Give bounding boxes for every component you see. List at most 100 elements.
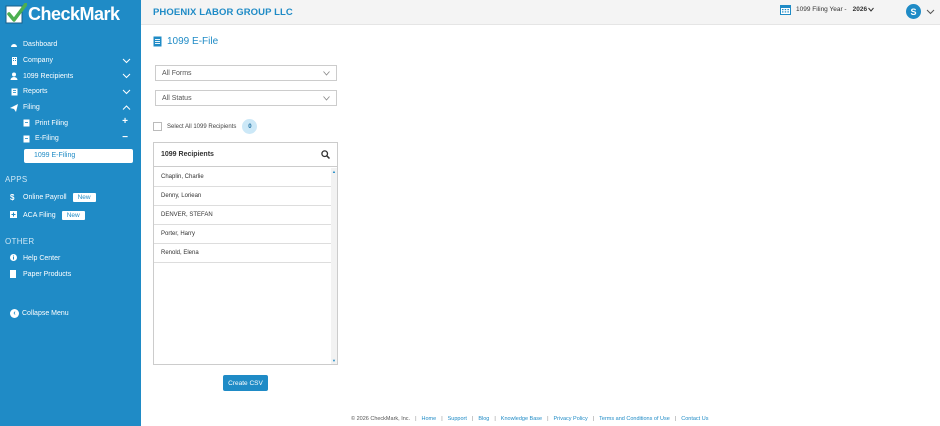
footer-link-home[interactable]: Home bbox=[422, 416, 437, 422]
list-item[interactable]: DENVER, STEFAN bbox=[154, 206, 332, 225]
sidebar-item-label: Online Payroll bbox=[23, 194, 67, 202]
top-header: PHOENIX LABOR GROUP LLC 1099 Filing Year… bbox=[141, 0, 940, 25]
apps-section-title: APPS bbox=[5, 174, 28, 184]
sidebar-item-label: Dashboard bbox=[23, 41, 58, 49]
calendar-icon bbox=[780, 5, 791, 15]
other-section-title: OTHER bbox=[5, 236, 35, 246]
brand-name: CheckMark bbox=[28, 3, 120, 24]
select-all-checkbox[interactable] bbox=[153, 122, 162, 131]
chevron-down-icon bbox=[122, 74, 131, 79]
sidebar-item-label: Help Center bbox=[23, 255, 61, 263]
forms-filter-select[interactable]: All Forms bbox=[155, 65, 337, 81]
report-icon bbox=[10, 88, 18, 96]
footer-separator: | bbox=[547, 416, 549, 422]
status-filter-value: All Status bbox=[162, 94, 192, 102]
recipients-list: Chaplin, Charlie Denny, Loriean DENVER, … bbox=[154, 168, 332, 263]
collapse-arrow-icon: ‹ bbox=[10, 308, 19, 318]
caret-down-icon bbox=[868, 7, 874, 12]
sidebar-item-company[interactable]: Company bbox=[0, 53, 141, 69]
filing-year-label: 1099 Filing Year - bbox=[796, 6, 847, 13]
plus-square-icon bbox=[10, 211, 18, 220]
sidebar-item-1099-recipients[interactable]: 1099 Recipients bbox=[0, 68, 141, 84]
chevron-down-icon bbox=[122, 58, 131, 63]
list-item[interactable]: Chaplin, Charlie bbox=[154, 168, 332, 187]
sidebar-item-filing[interactable]: Filing bbox=[0, 100, 141, 116]
sidebar-item-label: Paper Products bbox=[23, 271, 72, 279]
selected-count-badge: 0 bbox=[242, 119, 258, 134]
file-document-icon bbox=[153, 36, 162, 47]
person-icon bbox=[10, 72, 18, 81]
footer-link-support[interactable]: Support bbox=[448, 416, 467, 422]
filing-year-value: 2026 bbox=[852, 6, 868, 13]
sidebar-item-label: Reports bbox=[23, 88, 48, 96]
list-item[interactable]: Renold, Elena bbox=[154, 244, 332, 263]
sidebar-item-label: ACA Filing bbox=[23, 212, 56, 220]
copyright-text: © 2026 CheckMark, Inc. bbox=[351, 416, 411, 422]
chevron-down-icon bbox=[122, 89, 131, 95]
footer-separator: | bbox=[494, 416, 496, 422]
sidebar-item-reports[interactable]: Reports bbox=[0, 84, 141, 100]
sidebar-item-e-filing[interactable]: E-Filing − bbox=[0, 131, 141, 147]
status-filter-select[interactable]: All Status bbox=[155, 90, 337, 106]
select-all-label: Select All 1099 Recipients bbox=[167, 123, 237, 130]
collapse-minus-icon[interactable]: − bbox=[122, 132, 128, 143]
dollar-icon: $ bbox=[10, 193, 15, 203]
recipients-panel-title: 1099 Recipients bbox=[161, 151, 214, 158]
sidebar-item-dashboard[interactable]: Dashboard bbox=[0, 37, 141, 53]
footer-link-privacy-policy[interactable]: Privacy Policy bbox=[554, 416, 588, 422]
checkmark-logo-icon bbox=[5, 3, 27, 24]
filing-year-selector[interactable]: 1099 Filing Year - 2026 bbox=[780, 4, 874, 15]
collapse-menu-label: Collapse Menu bbox=[22, 309, 69, 317]
sidebar-nav: Dashboard Company 1099 Recipients Report… bbox=[0, 37, 141, 163]
sidebar-item-label: Filing bbox=[23, 104, 40, 112]
sidebar-item-print-filing[interactable]: Print Filing + bbox=[0, 115, 141, 131]
list-item[interactable]: Denny, Loriean bbox=[154, 187, 332, 206]
sidebar-item-label: 1099 Recipients bbox=[23, 72, 74, 80]
sidebar-item-1099-e-filing[interactable]: 1099 E-Filing bbox=[24, 148, 133, 163]
info-icon bbox=[10, 254, 18, 263]
document-icon bbox=[22, 135, 30, 143]
scroll-down-arrow-icon[interactable]: ▼ bbox=[332, 358, 336, 363]
logo[interactable]: CheckMark bbox=[0, 0, 141, 28]
sidebar-item-paper-products[interactable]: Paper Products bbox=[0, 267, 141, 283]
forms-filter-value: All Forms bbox=[162, 69, 192, 77]
page-title: 1099 E-File bbox=[153, 36, 218, 47]
sidebar-item-label: Print Filing bbox=[35, 119, 69, 127]
footer-link-knowledge-base[interactable]: Knowledge Base bbox=[501, 416, 542, 422]
user-avatar[interactable]: S bbox=[906, 4, 921, 19]
send-icon bbox=[10, 103, 18, 112]
sidebar-item-label: E-Filing bbox=[35, 135, 59, 143]
sidebar: CheckMark Dashboard Company 1099 Recipie… bbox=[0, 0, 141, 426]
footer-link-terms[interactable]: Terms and Conditions of Use bbox=[599, 416, 670, 422]
scroll-up-arrow-icon[interactable]: ▲ bbox=[332, 169, 336, 174]
sidebar-item-help-center[interactable]: Help Center bbox=[0, 251, 141, 267]
building-icon bbox=[10, 56, 18, 65]
dashboard-icon bbox=[10, 41, 18, 49]
create-csv-button[interactable]: Create CSV bbox=[223, 375, 268, 391]
footer-separator: | bbox=[441, 416, 443, 422]
recipients-panel-header: 1099 Recipients bbox=[154, 143, 337, 167]
footer-separator: | bbox=[592, 416, 595, 422]
new-badge: New bbox=[72, 193, 96, 203]
footer-link-contact-us[interactable]: Contact Us bbox=[681, 416, 708, 422]
sidebar-item-label: Company bbox=[23, 57, 53, 65]
footer-link-blog[interactable]: Blog bbox=[478, 416, 489, 422]
expand-plus-icon[interactable]: + bbox=[122, 116, 128, 127]
sidebar-item-aca-filing[interactable]: ACA Filing New bbox=[0, 207, 141, 225]
search-icon[interactable] bbox=[321, 150, 330, 159]
page-title-text: 1099 E-File bbox=[167, 36, 219, 47]
recipients-scrollbar[interactable]: ▲ ▼ bbox=[331, 168, 337, 364]
chevron-down-icon bbox=[323, 71, 330, 76]
footer: © 2026 CheckMark, Inc. | Home | Support … bbox=[351, 416, 708, 422]
sidebar-item-online-payroll[interactable]: $ Online Payroll New bbox=[0, 189, 141, 207]
list-item[interactable]: Porter, Harry bbox=[154, 225, 332, 244]
collapse-menu-button[interactable]: ‹ Collapse Menu bbox=[0, 308, 141, 318]
chevron-up-icon bbox=[122, 105, 131, 110]
new-badge: New bbox=[61, 211, 85, 221]
footer-separator: | bbox=[471, 416, 474, 422]
select-all-row: Select All 1099 Recipients 0 bbox=[153, 119, 258, 134]
footer-separator: | bbox=[674, 416, 677, 422]
recipients-panel: 1099 Recipients Chaplin, Charlie Denny, … bbox=[153, 142, 338, 365]
chevron-down-icon[interactable] bbox=[926, 8, 935, 15]
chevron-down-icon bbox=[323, 96, 330, 101]
